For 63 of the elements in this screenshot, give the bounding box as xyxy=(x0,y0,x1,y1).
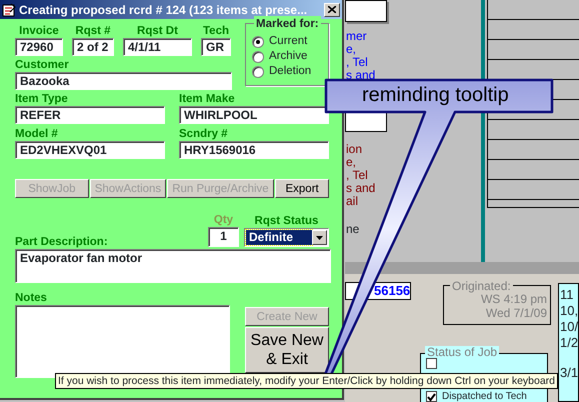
notes-field[interactable] xyxy=(15,305,230,378)
text-field[interactable]: REFER xyxy=(15,106,165,124)
close-button[interactable] xyxy=(324,2,340,16)
background-text: mer xyxy=(346,30,367,43)
background-text: e, xyxy=(346,156,356,169)
action-button[interactable]: Save New & Exit xyxy=(245,327,329,373)
field-label: Customer xyxy=(15,59,70,72)
text-field[interactable]: ED2VHEXVQ01 xyxy=(15,141,165,159)
text-field[interactable]: HRY1569016 xyxy=(179,141,329,159)
field-label: Rqst # xyxy=(74,25,112,38)
field-label: Tech xyxy=(202,25,230,38)
background-text: ne xyxy=(346,223,360,236)
background-text: s and xyxy=(346,182,376,195)
checkbox[interactable] xyxy=(426,358,437,369)
close-icon[interactable] xyxy=(328,6,336,13)
text-field[interactable]: Bazooka xyxy=(15,72,232,90)
radio-button[interactable] xyxy=(252,66,264,78)
app-icon xyxy=(2,2,16,16)
background-text: s and xyxy=(346,69,376,82)
background-text: , Tel xyxy=(346,56,368,69)
callout-text: reminding tooltip xyxy=(362,83,509,108)
field-label: Rqst Dt xyxy=(136,25,179,38)
window-title: Creating proposed rcrd # 124 (123 items at prese... xyxy=(19,2,308,18)
side-text: 1/2 xyxy=(560,336,578,349)
field-label: Model # xyxy=(15,128,59,141)
field-label: Part Description: xyxy=(15,236,108,249)
text-field[interactable]: 72960 xyxy=(15,38,63,56)
side-text: 3/1 xyxy=(560,366,578,379)
field-label: Notes xyxy=(15,292,48,305)
field-label: Qty xyxy=(214,214,234,227)
side-text: 11 xyxy=(560,288,574,301)
radio-button[interactable] xyxy=(252,50,264,62)
text-field[interactable]: 4/1/11 xyxy=(123,38,192,56)
field-label: Rqst Status xyxy=(254,215,318,228)
group-title: Status of Job xyxy=(425,346,500,359)
status-label: Dispatched to Tech xyxy=(442,391,527,402)
originated-text: Wed 7/1/09 xyxy=(486,307,547,320)
checkbox[interactable] xyxy=(426,391,437,402)
radio-label[interactable]: Deletion xyxy=(269,64,312,79)
background-text: e, xyxy=(346,43,356,56)
text-field[interactable]: 2 of 2 xyxy=(72,38,114,56)
dropdown-arrow-icon[interactable] xyxy=(316,236,323,240)
field-label: Item Make xyxy=(179,93,236,106)
background-text: ail xyxy=(346,195,358,208)
description-field[interactable]: Evaporator fan motor xyxy=(15,249,331,283)
field-label: Scndry # xyxy=(179,128,229,141)
text-field[interactable] xyxy=(345,0,387,22)
tooltip: If you wish to process this item immediately, modify your Enter/Click by holding down Ctrl on your keyboard xyxy=(55,373,558,389)
originated-text: WS 4:19 pm xyxy=(480,293,547,306)
text-field[interactable]: GR xyxy=(201,38,231,56)
radio-button[interactable] xyxy=(252,36,264,48)
status-dropdown[interactable]: Definite xyxy=(244,228,329,247)
field-label: Item Type xyxy=(15,93,69,106)
background-text: ion xyxy=(346,143,362,156)
radio-label[interactable]: Current xyxy=(269,34,308,49)
side-text: 10, xyxy=(560,304,578,317)
background-text: , Tel xyxy=(346,169,368,182)
action-button[interactable]: Export xyxy=(275,179,329,198)
side-text: 10/ xyxy=(560,320,578,333)
text-field[interactable]: WHIRLPOOL xyxy=(179,106,329,124)
field-label: Invoice xyxy=(18,25,60,38)
group-title: Originated: xyxy=(450,280,513,293)
radio-label[interactable]: Archive xyxy=(269,49,308,64)
